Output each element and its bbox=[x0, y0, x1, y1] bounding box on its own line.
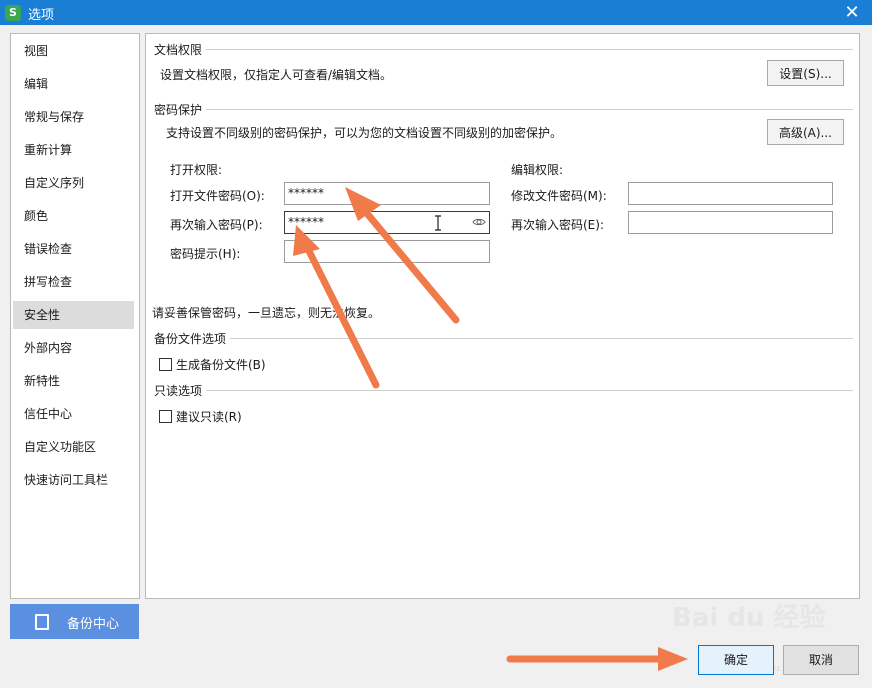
suggest-readonly-checkbox[interactable] bbox=[159, 410, 172, 423]
text-cursor-icon bbox=[435, 215, 441, 231]
open-password-confirm-value: ****** bbox=[288, 215, 324, 229]
security-panel: 文档权限 设置文档权限，仅指定人可查看/编辑文档。 设置(S)... 密码保护 … bbox=[145, 33, 860, 599]
show-password-eye-icon[interactable] bbox=[472, 215, 486, 229]
suggest-readonly-label[interactable]: 建议只读(R) bbox=[176, 408, 242, 425]
edit-password-confirm-label: 再次输入密码(E): bbox=[511, 218, 604, 232]
generate-backup-checkbox[interactable] bbox=[159, 358, 172, 371]
doc-permission-title: 文档权限 bbox=[154, 41, 207, 58]
advanced-button[interactable]: 高级(A)... bbox=[767, 119, 844, 145]
readonly-options-title: 只读选项 bbox=[154, 382, 207, 399]
sidebar-item-error-check[interactable]: 错误检查 bbox=[13, 235, 134, 263]
generate-backup-label[interactable]: 生成备份文件(B) bbox=[176, 356, 266, 373]
password-protection-description: 支持设置不同级别的密码保护，可以为您的文档设置不同级别的加密保护。 bbox=[166, 126, 563, 140]
divider bbox=[154, 390, 853, 391]
doc-permission-description: 设置文档权限，仅指定人可查看/编辑文档。 bbox=[160, 68, 393, 82]
edit-password-field[interactable] bbox=[628, 182, 833, 205]
wps-app-icon: S bbox=[5, 5, 21, 21]
ok-button[interactable]: 确定 bbox=[698, 645, 774, 675]
sidebar-item-custom-ribbon[interactable]: 自定义功能区 bbox=[13, 433, 134, 461]
edit-password-label: 修改文件密码(M): bbox=[511, 189, 607, 203]
divider bbox=[154, 338, 853, 339]
password-hint-label: 密码提示(H): bbox=[170, 247, 241, 261]
open-password-label: 打开文件密码(O): bbox=[170, 189, 265, 203]
cancel-button[interactable]: 取消 bbox=[783, 645, 859, 675]
sidebar-item-quick-access-toolbar[interactable]: 快速访问工具栏 bbox=[13, 466, 134, 494]
open-permission-heading: 打开权限: bbox=[170, 163, 223, 177]
backup-options-title: 备份文件选项 bbox=[154, 330, 231, 347]
open-password-confirm-label: 再次输入密码(P): bbox=[170, 218, 263, 232]
password-warning: 请妥善保管密码，一旦遗忘，则无法恢复。 bbox=[152, 306, 381, 320]
open-password-confirm-field[interactable]: ****** bbox=[284, 211, 490, 234]
edit-password-confirm-field[interactable] bbox=[628, 211, 833, 234]
sidebar-item-custom-list[interactable]: 自定义序列 bbox=[13, 169, 134, 197]
backup-center-button[interactable]: 备份中心 bbox=[10, 604, 139, 639]
sidebar-item-recalculate[interactable]: 重新计算 bbox=[13, 136, 134, 164]
divider bbox=[154, 49, 853, 50]
backup-center-label: 备份中心 bbox=[67, 617, 120, 632]
settings-button[interactable]: 设置(S)... bbox=[767, 60, 844, 86]
backup-icon bbox=[35, 614, 49, 630]
edit-permission-heading: 编辑权限: bbox=[511, 163, 564, 177]
sidebar-item-external-content[interactable]: 外部内容 bbox=[13, 334, 134, 362]
options-sidebar: 视图 编辑 常规与保存 重新计算 自定义序列 颜色 错误检查 拼写检查 安全性 … bbox=[10, 33, 140, 599]
close-icon: ✕ bbox=[844, 2, 860, 23]
divider bbox=[154, 109, 853, 110]
sidebar-item-trust-center[interactable]: 信任中心 bbox=[13, 400, 134, 428]
title-bar: S 选项 ✕ bbox=[0, 0, 872, 25]
password-hint-field[interactable] bbox=[284, 240, 490, 263]
sidebar-item-security[interactable]: 安全性 bbox=[13, 301, 134, 329]
sidebar-item-spell-check[interactable]: 拼写检查 bbox=[13, 268, 134, 296]
sidebar-item-view[interactable]: 视图 bbox=[13, 37, 134, 65]
sidebar-item-edit[interactable]: 编辑 bbox=[13, 70, 134, 98]
password-protection-title: 密码保护 bbox=[154, 101, 207, 118]
open-password-field[interactable]: ****** bbox=[284, 182, 490, 205]
sidebar-item-color[interactable]: 颜色 bbox=[13, 202, 134, 230]
sidebar-item-general-save[interactable]: 常规与保存 bbox=[13, 103, 134, 131]
sidebar-item-new-features[interactable]: 新特性 bbox=[13, 367, 134, 395]
close-button[interactable]: ✕ bbox=[832, 0, 872, 25]
window-title: 选项 bbox=[28, 8, 55, 23]
